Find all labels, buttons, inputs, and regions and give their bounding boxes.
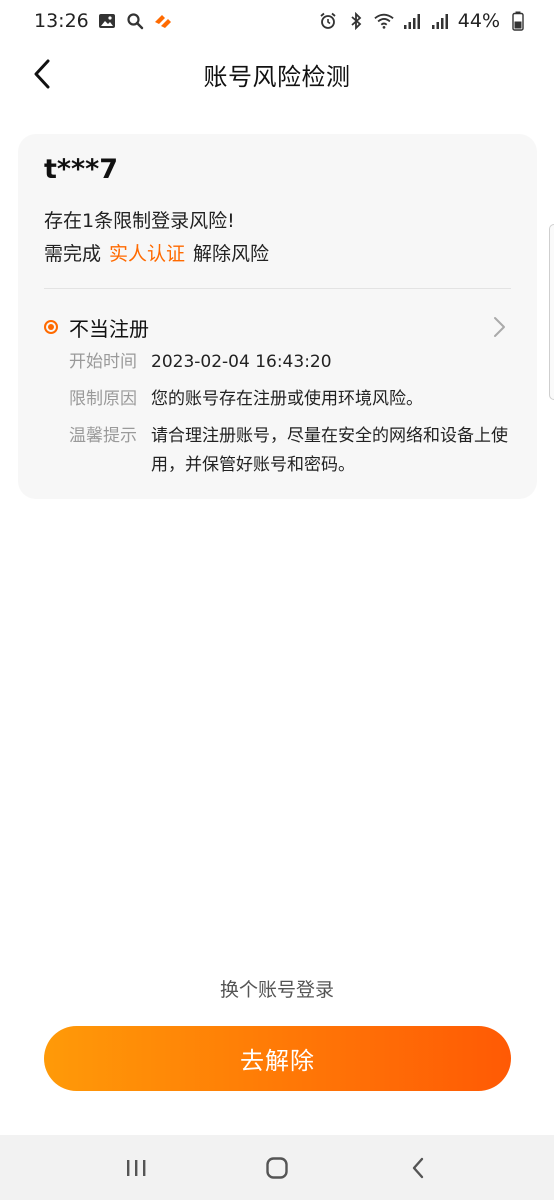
risk-card: t***7 存在1条限制登录风险! 需完成 实人认证 解除风险 不当注册 开始时… <box>18 134 537 499</box>
signal-icon <box>402 11 422 31</box>
home-icon <box>266 1156 288 1179</box>
risk-item-row[interactable]: 不当注册 <box>18 310 537 344</box>
switch-account-link[interactable]: 换个账号登录 <box>0 975 554 1002</box>
detail-reason: 限制原因 您的账号存在注册或使用环境风险。 <box>69 385 511 414</box>
remedy-line: 需完成 实人认证 解除风险 <box>44 239 269 266</box>
remedy-suffix: 解除风险 <box>193 243 270 265</box>
app-notification-icon <box>153 11 173 31</box>
detail-start-time: 开始时间 2023-02-04 16:43:20 <box>69 348 511 377</box>
divider <box>44 288 511 289</box>
signal-icon <box>430 11 450 31</box>
resolve-button[interactable]: 去解除 <box>44 1026 511 1091</box>
alarm-icon <box>318 11 338 31</box>
detail-label: 限制原因 <box>69 389 137 409</box>
chevron-right-icon <box>494 317 505 337</box>
nav-back-button[interactable] <box>398 1148 438 1188</box>
back-icon <box>412 1157 423 1178</box>
detail-value: 2023-02-04 16:43:20 <box>151 352 332 372</box>
status-left: 13:26 <box>34 10 173 32</box>
recent-apps-icon <box>127 1159 146 1176</box>
detail-tip: 温馨提示 请合理注册账号，尽量在安全的网络和设备上使用，并保管好账号和密码。 <box>69 422 511 480</box>
detail-value: 请合理注册账号，尽量在安全的网络和设备上使用，并保管好账号和密码。 <box>151 426 508 475</box>
remedy-prefix: 需完成 <box>44 243 102 265</box>
home-button[interactable] <box>257 1148 297 1188</box>
status-right: 44% <box>318 10 528 32</box>
detail-value: 您的账号存在注册或使用环境风险。 <box>151 389 423 409</box>
bluetooth-icon <box>346 11 366 31</box>
chevron-left-icon <box>34 59 50 89</box>
battery-icon <box>508 11 528 31</box>
risk-summary: 存在1条限制登录风险! <box>44 210 235 232</box>
radio-dot-icon <box>44 320 58 334</box>
page-title: 账号风险检测 <box>203 62 351 91</box>
recent-apps-button[interactable] <box>116 1148 156 1188</box>
wifi-icon <box>374 11 394 31</box>
status-bar: 13:26 44% <box>0 0 554 42</box>
gallery-icon <box>97 11 117 31</box>
real-name-verification-link[interactable]: 实人认证 <box>109 239 185 266</box>
search-icon <box>125 11 145 31</box>
status-time: 13:26 <box>34 10 89 32</box>
detail-label: 温馨提示 <box>69 426 137 446</box>
battery-percent: 44% <box>457 10 500 32</box>
system-nav-bar <box>0 1135 554 1200</box>
risk-item-title: 不当注册 <box>69 317 149 341</box>
account-name: t***7 <box>44 154 119 185</box>
detail-label: 开始时间 <box>69 352 137 372</box>
edge-panel-handle[interactable] <box>549 224 554 400</box>
app-header: 账号风险检测 <box>0 44 554 104</box>
back-button[interactable] <box>22 52 62 96</box>
